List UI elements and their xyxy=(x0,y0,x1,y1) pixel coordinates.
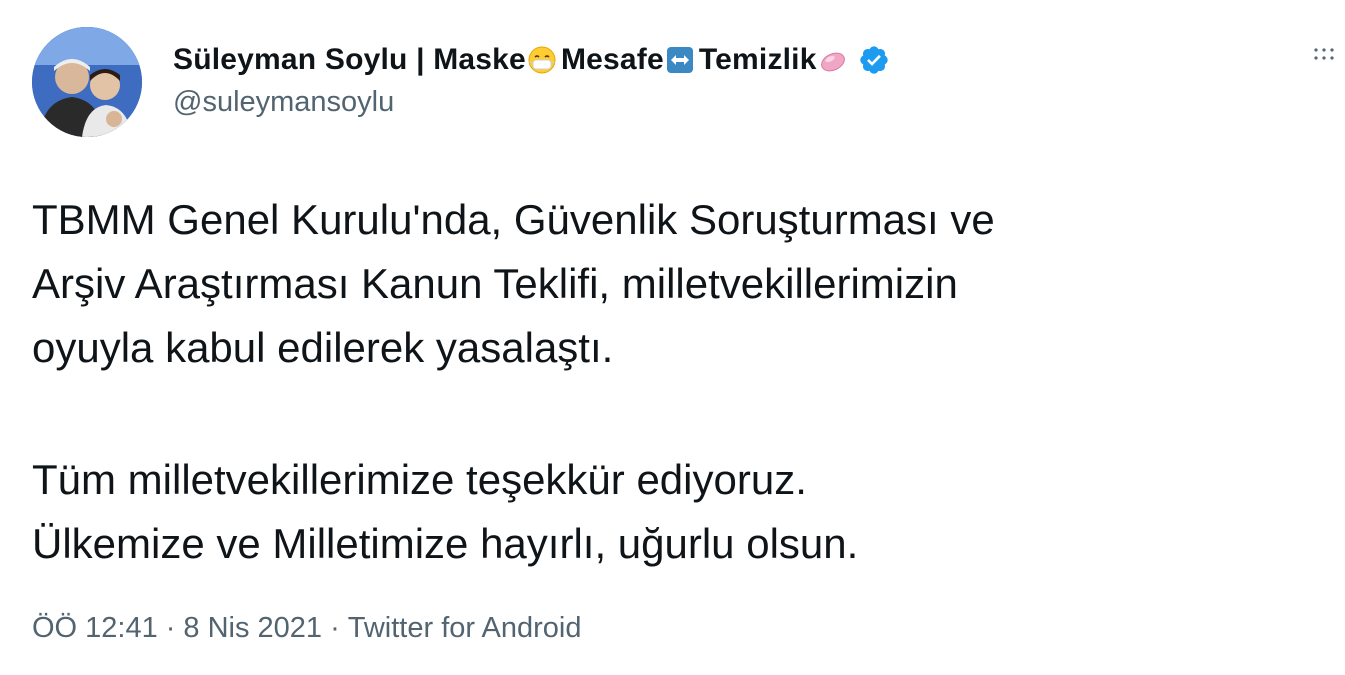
tweet-text-line: oyuyla kabul edilerek yasalaştı. xyxy=(32,324,614,371)
author-name-part3: Temizlik xyxy=(698,43,817,76)
tweet-card: Süleyman Soylu | Maske Mesafe Temizlik @… xyxy=(0,0,1345,675)
tweet-text-line: TBMM Genel Kurulu'nda, Güvenlik Soruştur… xyxy=(32,196,995,243)
author-name: Süleyman Soylu | Maske xyxy=(173,43,526,76)
author-name-part2: Mesafe xyxy=(560,43,664,76)
tweet-text-line: Tüm milletvekillerimize teşekkür ediyoru… xyxy=(32,456,807,503)
avatar[interactable] xyxy=(32,27,142,137)
author-name-row[interactable]: Süleyman Soylu | Maske Mesafe Temizlik xyxy=(173,36,890,84)
avatar-image xyxy=(32,27,142,137)
more-dots-icon xyxy=(1314,48,1334,60)
more-options-button[interactable] xyxy=(1312,45,1336,69)
tweet-date[interactable]: 8 Nis 2021 xyxy=(183,612,322,645)
meta-separator: · xyxy=(165,612,176,644)
author-handle[interactable]: @suleymansoylu xyxy=(173,86,394,119)
mask-face-emoji-icon xyxy=(527,45,557,75)
tweet-text-line: Ülkemize ve Milletimize hayırlı, uğurlu … xyxy=(32,520,859,567)
verified-badge-icon xyxy=(858,44,890,76)
meta-separator: · xyxy=(330,612,340,644)
tweet-meta: ÖÖ 12:41 · 8 Nis 2021 · Twitter for Android xyxy=(32,612,581,645)
soap-icon xyxy=(818,45,848,75)
tweet-text-line: Arşiv Araştırması Kanun Teklifi, milletv… xyxy=(32,260,958,307)
tweet-source[interactable]: Twitter for Android xyxy=(348,612,582,645)
left-right-arrow-icon xyxy=(665,45,695,75)
tweet-time[interactable]: ÖÖ 12:41 xyxy=(32,612,158,645)
tweet-text: TBMM Genel Kurulu'nda, Güvenlik Soruştur… xyxy=(32,188,1292,576)
